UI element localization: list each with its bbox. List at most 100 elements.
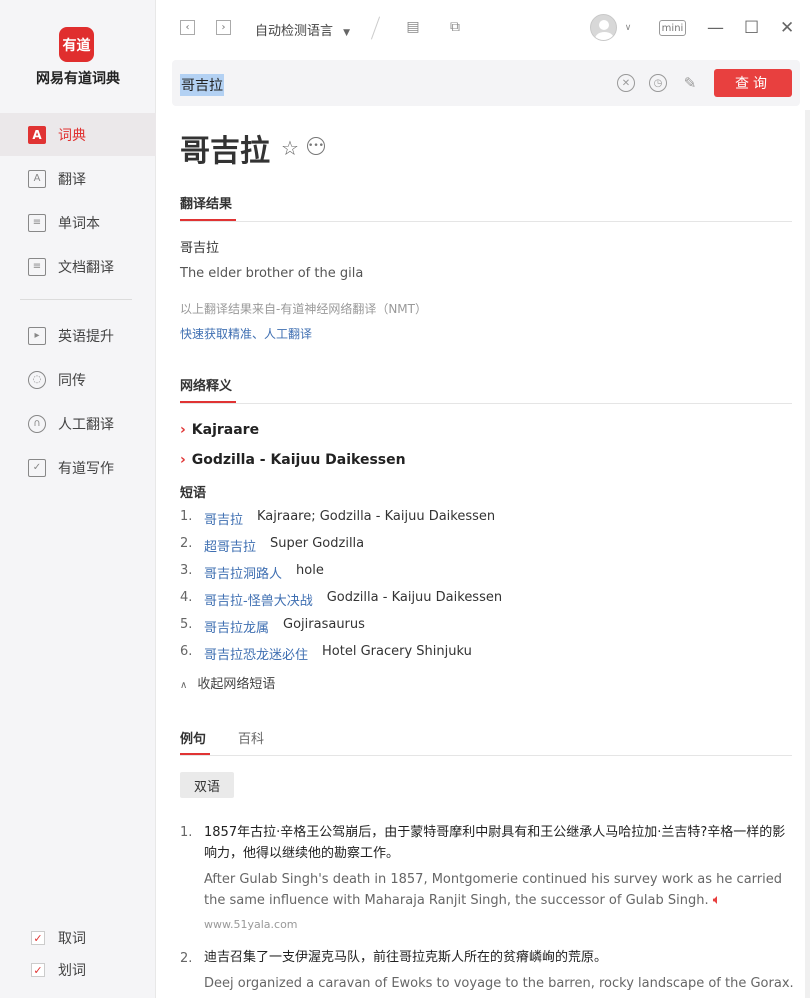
history-icon[interactable]: ◷ bbox=[649, 74, 667, 92]
sidebar-item-wordbook[interactable]: ≡ 单词本 bbox=[0, 201, 156, 244]
chevron-down-icon: ▼ bbox=[343, 28, 351, 38]
collapse-phrases-label: 收起网络短语 bbox=[197, 677, 276, 692]
sidebar-item-writing[interactable]: ✓ 有道写作 bbox=[0, 446, 156, 489]
headset-icon: ∩ bbox=[28, 414, 46, 433]
sidebar-item-english-boost[interactable]: ▸ 英语提升 bbox=[0, 314, 156, 357]
back-button[interactable]: ‹ bbox=[180, 20, 195, 35]
top-bar: ‹ › 自动检测语言 ▼ ▤ ⧉ ∨ mini — ☐ ✕ bbox=[156, 0, 812, 58]
phrase-item: 5. 哥吉拉龙属 Gojirasaurus bbox=[180, 617, 365, 636]
chevron-down-icon[interactable]: ∨ bbox=[619, 19, 637, 37]
phrase-number: 2. bbox=[180, 536, 193, 551]
screenshot-icon[interactable]: ⧉ bbox=[446, 18, 464, 36]
phrases-title: 短语 bbox=[180, 486, 207, 501]
forward-button[interactable]: › bbox=[216, 20, 231, 35]
collapse-phrases-button[interactable]: ∧ 收起网络短语 bbox=[180, 673, 275, 692]
phrase-number: 3. bbox=[180, 563, 193, 578]
phrase-number: 5. bbox=[180, 617, 193, 632]
translation-note: 以上翻译结果来自-有道神经网络翻译（NMT） bbox=[180, 302, 427, 316]
chevron-up-icon: ∧ bbox=[180, 680, 188, 691]
sidebar-item-label: 单词本 bbox=[58, 215, 100, 232]
phrase-item: 4. 哥吉拉-怪兽大决战 Godzilla - Kaijuu Daikessen bbox=[180, 590, 502, 609]
scrollbar[interactable] bbox=[805, 110, 810, 998]
star-icon[interactable]: ☆ bbox=[281, 136, 299, 160]
phrase-number: 6. bbox=[180, 644, 193, 659]
toolbar-divider bbox=[370, 16, 381, 40]
phrase-meaning: Hotel Gracery Shinjuku bbox=[322, 644, 472, 659]
phrase-meaning: Super Godzilla bbox=[270, 536, 365, 551]
chevron-right-icon: › bbox=[180, 452, 186, 468]
translate-icon: A bbox=[28, 169, 46, 188]
sidebar-divider bbox=[20, 299, 132, 300]
web-section-title: 网络释义 bbox=[180, 379, 233, 394]
sidebar-item-dictionary[interactable]: A 词典 bbox=[0, 113, 156, 156]
checkbox-icon: ✓ bbox=[31, 931, 45, 945]
speaker-icon[interactable]: 🔈︎ bbox=[713, 892, 721, 908]
phrase-term-link[interactable]: 哥吉拉-怪兽大决战 bbox=[204, 590, 313, 609]
human-translate-link[interactable]: 快速获取精准、人工翻译 bbox=[180, 325, 312, 342]
tab-examples[interactable]: 例句 bbox=[180, 728, 206, 747]
tab-encyclopedia[interactable]: 百科 bbox=[238, 728, 264, 747]
phrase-number: 4. bbox=[180, 590, 193, 605]
phrase-term-link[interactable]: 哥吉拉洞路人 bbox=[204, 563, 282, 582]
translation-source-word: 哥吉拉 bbox=[180, 241, 220, 256]
query-button[interactable]: 查询 bbox=[714, 69, 792, 97]
writing-icon: ✓ bbox=[28, 458, 46, 477]
phrase-meaning: hole bbox=[296, 563, 324, 578]
language-label: 自动检测语言 bbox=[255, 24, 334, 39]
phrase-term-link[interactable]: 超哥吉拉 bbox=[204, 536, 256, 555]
selection-capture-label: 划词 bbox=[58, 963, 86, 979]
phrase-term-link[interactable]: 哥吉拉恐龙迷必住 bbox=[204, 644, 308, 663]
sidebar-item-interpretation[interactable]: ◌ 同传 bbox=[0, 358, 156, 401]
phrase-meaning: Godzilla - Kaijuu Daikessen bbox=[326, 590, 503, 605]
checkbox-icon: ✓ bbox=[31, 963, 45, 977]
search-bar: 哥吉拉 ✕ ◷ ✎ 查询 bbox=[172, 60, 800, 106]
web-definition-text: Kajraare bbox=[191, 422, 260, 438]
minimize-icon[interactable]: — bbox=[707, 18, 724, 38]
phrase-meaning: Gojirasaurus bbox=[283, 617, 365, 632]
word-capture-label: 取词 bbox=[58, 931, 86, 947]
wordbook-icon: ≡ bbox=[28, 213, 46, 232]
sidebar-item-label: 有道写作 bbox=[58, 460, 114, 477]
more-icon[interactable]: ••• bbox=[307, 137, 325, 155]
handwriting-icon[interactable]: ✎ bbox=[681, 74, 699, 92]
sidebar-item-label: 词典 bbox=[58, 127, 86, 144]
maximize-icon[interactable]: ☐ bbox=[744, 18, 759, 38]
phrase-term-link[interactable]: 哥吉拉龙属 bbox=[204, 617, 269, 636]
divider bbox=[180, 755, 792, 756]
close-icon[interactable]: ✕ bbox=[780, 18, 794, 38]
sidebar-item-label: 翻译 bbox=[58, 171, 86, 188]
cloud-icon: ◌ bbox=[28, 370, 46, 389]
chevron-right-icon: › bbox=[180, 422, 186, 438]
sidebar-item-label: 英语提升 bbox=[58, 328, 114, 345]
search-input[interactable]: 哥吉拉 bbox=[180, 74, 224, 96]
web-definition-item[interactable]: › Godzilla - Kaijuu Daikessen bbox=[180, 452, 406, 468]
phrase-meaning: Kajraare; Godzilla - Kaijuu Daikessen bbox=[257, 509, 496, 524]
example-source[interactable]: www.51yala.com bbox=[204, 918, 298, 931]
sidebar-item-human-translate[interactable]: ∩ 人工翻译 bbox=[0, 402, 156, 445]
divider bbox=[180, 221, 792, 222]
word-capture-toggle[interactable]: ✓ 取词 bbox=[31, 928, 86, 948]
video-icon: ▸ bbox=[28, 326, 46, 345]
example-english: Deej organized a caravan of Ewoks to voy… bbox=[204, 976, 794, 991]
sidebar: 有道 网易有道词典 A 词典 A 翻译 ≡ 单词本 ≡ 文档翻译 ▸ 英语提升 … bbox=[0, 0, 156, 998]
selection-capture-toggle[interactable]: ✓ 划词 bbox=[31, 960, 86, 980]
example-english-text: After Gulab Singh's death in 1857, Montg… bbox=[204, 872, 782, 908]
sidebar-item-translate[interactable]: A 翻译 bbox=[0, 157, 156, 200]
dictionary-icon: A bbox=[28, 125, 46, 144]
phrase-number: 1. bbox=[180, 509, 193, 524]
phrase-item: 2. 超哥吉拉 Super Godzilla bbox=[180, 536, 364, 555]
example-number: 2. bbox=[180, 951, 193, 966]
mini-mode-button[interactable]: mini bbox=[659, 20, 686, 36]
web-definition-item[interactable]: › Kajraare bbox=[180, 422, 259, 438]
sidebar-item-document-translate[interactable]: ≡ 文档翻译 bbox=[0, 245, 156, 288]
phrase-item: 6. 哥吉拉恐龙迷必住 Hotel Gracery Shinjuku bbox=[180, 644, 472, 663]
language-select[interactable]: 自动检测语言 ▼ bbox=[255, 20, 350, 39]
bilingual-filter-button[interactable]: 双语 bbox=[180, 772, 234, 798]
avatar[interactable] bbox=[590, 14, 617, 41]
notes-icon[interactable]: ▤ bbox=[404, 18, 422, 36]
phrase-item: 3. 哥吉拉洞路人 hole bbox=[180, 563, 324, 582]
phrase-term-link[interactable]: 哥吉拉 bbox=[204, 509, 243, 528]
web-definition-text: Godzilla - Kaijuu Daikessen bbox=[191, 452, 406, 468]
clear-icon[interactable]: ✕ bbox=[617, 74, 635, 92]
example-number: 1. bbox=[180, 825, 193, 840]
